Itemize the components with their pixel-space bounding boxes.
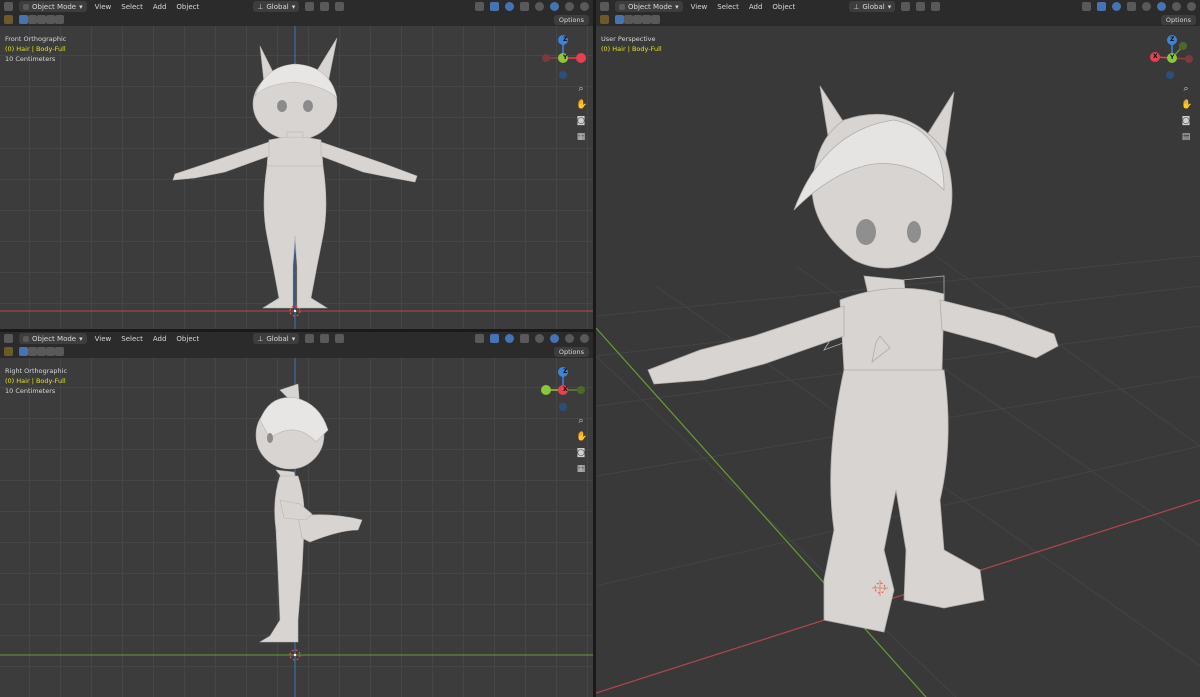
character-model-perspective (647, 85, 1059, 633)
options-dropdown[interactable]: Options (1160, 14, 1196, 25)
zoom-icon[interactable]: ⌕ (576, 416, 586, 426)
gizmo-label-y: Y (563, 54, 568, 61)
viewport-right[interactable]: Object Mode ▾ View Select Add Object ⊥ Gl… (0, 332, 593, 697)
orientation-selector[interactable]: ⊥ Global ▾ (849, 1, 896, 12)
gizmo-label-x: X (1153, 53, 1158, 60)
snap-icon[interactable] (916, 2, 926, 11)
gizmo-label-y: Y (1170, 54, 1175, 61)
camera-icon[interactable]: ◙ (576, 116, 586, 126)
select-extend-icon[interactable] (624, 15, 633, 24)
nav-controls: ⌕ ✋ ◙ ▤ (1181, 84, 1192, 142)
shading-solid-icon[interactable] (1157, 2, 1166, 11)
pan-icon[interactable]: ✋ (576, 100, 587, 110)
nav-controls: ⌕ ✋ ◙ ▦ (576, 416, 587, 474)
editor-type-icon[interactable] (600, 2, 609, 11)
select-invert-icon[interactable] (642, 15, 651, 24)
grid-icon[interactable]: ▤ (1181, 132, 1191, 142)
camera-icon[interactable]: ◙ (1181, 116, 1191, 126)
character-model-side (255, 383, 363, 643)
nav-controls: ⌕ ✋ ◙ ▦ (576, 84, 587, 142)
area-divider-horizontal[interactable] (0, 329, 593, 332)
3d-cursor-icon (872, 580, 888, 596)
menu-add[interactable]: Add (747, 3, 765, 11)
character-model-front (172, 37, 418, 309)
viewport-front[interactable]: Object Mode ▾ View Select Add Object ⊥ Gl… (0, 0, 593, 329)
mode-selector[interactable]: Object Mode ▾ (615, 1, 683, 12)
zoom-icon[interactable]: ⌕ (576, 84, 586, 94)
overlay-icon[interactable] (1112, 2, 1121, 11)
xray-icon[interactable] (1127, 2, 1136, 11)
proportional-icon[interactable] (931, 2, 941, 11)
orientation-icon: ⊥ (853, 2, 860, 11)
gizmo-label-z: Z (563, 368, 568, 375)
shading-wire-icon[interactable] (1142, 2, 1151, 11)
tool-icon[interactable] (600, 15, 609, 24)
select-subtract-icon[interactable] (633, 15, 642, 24)
gizmo-label-z: Z (563, 36, 568, 43)
menu-object[interactable]: Object (770, 3, 797, 11)
select-box-icon[interactable] (615, 15, 624, 24)
3d-cursor-icon (289, 305, 301, 317)
pivot-icon[interactable] (901, 2, 911, 11)
tool-header: Options (596, 13, 1200, 26)
viewport-user-perspective[interactable]: Object Mode ▾ View Select Add Object ⊥ Gl… (596, 0, 1200, 697)
camera-icon[interactable]: ◙ (576, 448, 586, 458)
select-intersect-icon[interactable] (651, 15, 660, 24)
object-mode-icon (619, 3, 625, 10)
viewport-header: Object Mode ▾ View Select Add Object ⊥ Gl… (596, 0, 1200, 13)
area-divider-vertical[interactable] (593, 0, 596, 697)
pan-icon[interactable]: ✋ (576, 432, 587, 442)
menu-select[interactable]: Select (715, 3, 741, 11)
shading-rendered-icon[interactable] (1187, 2, 1196, 11)
gizmo-toggle-icon[interactable] (1097, 2, 1106, 11)
shading-material-icon[interactable] (1172, 2, 1181, 11)
3d-cursor-icon (289, 649, 301, 661)
gizmo-label-x: X (563, 386, 568, 393)
visibility-icon[interactable] (1082, 2, 1091, 11)
pan-icon[interactable]: ✋ (1181, 100, 1192, 110)
grid-icon[interactable]: ▦ (576, 132, 586, 142)
gizmo-label-z: Z (1170, 36, 1175, 43)
grid-icon[interactable]: ▦ (576, 464, 586, 474)
zoom-icon[interactable]: ⌕ (1181, 84, 1191, 94)
menu-view[interactable]: View (689, 3, 710, 11)
